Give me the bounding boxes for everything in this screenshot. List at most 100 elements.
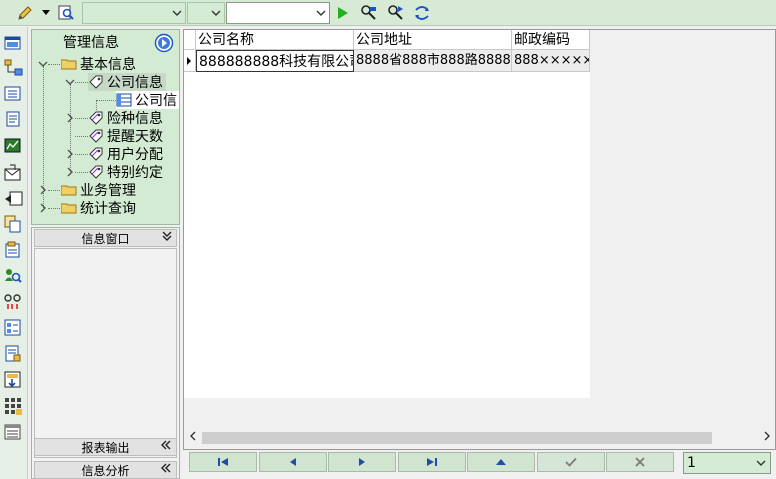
collapse-panel-icon[interactable] <box>154 33 174 53</box>
page-select[interactable]: 1 <box>683 452 771 474</box>
info-window-bar[interactable]: 信息窗口 <box>34 229 177 247</box>
chevron-right-icon[interactable] <box>38 185 48 195</box>
window-icon[interactable] <box>4 35 22 51</box>
double-chevron-down-icon[interactable] <box>162 230 172 245</box>
report-icon[interactable] <box>4 241 22 258</box>
column-header[interactable]: 公司名称 <box>196 30 354 50</box>
report-output-bar[interactable]: 报表输出 <box>34 438 177 456</box>
chevron-down-icon[interactable] <box>208 3 224 23</box>
report-output-label: 报表输出 <box>81 440 130 455</box>
tree-guide-line <box>75 154 88 155</box>
insert-record-button[interactable] <box>467 452 535 472</box>
find-icon[interactable] <box>358 3 380 23</box>
page-select-value: 1 <box>687 455 696 471</box>
tree-guide-line <box>48 64 60 65</box>
next-record-button[interactable] <box>328 452 396 472</box>
confirm-button[interactable] <box>537 452 605 472</box>
info-analysis-label: 信息分析 <box>81 463 130 478</box>
tree-panel: 管理信息 基本信息 公司信息 公司信 险种信息 提醒天数 用户分配 特别约定 业… <box>31 29 180 225</box>
tree-guide-line <box>75 136 88 137</box>
value-combo[interactable] <box>226 2 330 24</box>
double-chevron-left-icon[interactable] <box>160 462 172 476</box>
navigator-bar: 1 <box>183 450 776 479</box>
table-cell[interactable]: 888×××××× <box>512 50 590 72</box>
first-record-button[interactable] <box>189 452 257 472</box>
tree-node-company-table[interactable]: 公司信 <box>116 91 179 109</box>
chevron-down-icon[interactable] <box>169 3 185 23</box>
search-doc-icon[interactable] <box>56 3 76 23</box>
tree-node-label: 公司信 <box>135 93 177 109</box>
row-indicator[interactable] <box>184 50 196 72</box>
chevron-down-icon[interactable] <box>313 3 329 23</box>
scroll-right-icon[interactable] <box>763 430 771 446</box>
column-header[interactable]: 邮政编码 <box>512 30 590 50</box>
form-list-icon[interactable] <box>4 319 22 336</box>
link-icon[interactable] <box>4 293 22 309</box>
tree-title: 管理信息 <box>63 35 119 51</box>
form-edit-icon[interactable] <box>4 345 22 362</box>
tree-node-business[interactable]: 业务管理 <box>60 181 136 199</box>
import-icon[interactable] <box>4 371 22 388</box>
tree-node-label: 险种信息 <box>107 111 163 127</box>
double-chevron-left-icon[interactable] <box>160 439 172 453</box>
grid-icon[interactable] <box>4 397 22 415</box>
folder-icon <box>60 202 77 214</box>
tree-node-stats[interactable]: 统计查询 <box>60 199 136 217</box>
tree-link-icon[interactable] <box>4 59 23 76</box>
tree-node-user-assign[interactable]: 用户分配 <box>88 145 163 163</box>
chevron-right-icon[interactable] <box>65 167 75 177</box>
filter-combo[interactable] <box>82 2 186 24</box>
chevron-down-icon[interactable] <box>38 59 48 69</box>
table-cell[interactable]: 888888888科技有限公司 <box>196 50 354 72</box>
operator-combo[interactable] <box>187 2 225 24</box>
chart-icon[interactable] <box>4 138 22 154</box>
tree-node-insurance[interactable]: 险种信息 <box>88 109 163 127</box>
scroll-left-icon[interactable] <box>189 430 197 446</box>
tree-node-label: 用户分配 <box>107 147 163 163</box>
copy-icon[interactable] <box>4 215 22 233</box>
folder-icon <box>60 184 77 196</box>
horizontal-scrollbar[interactable] <box>185 429 775 447</box>
chevron-right-icon[interactable] <box>65 113 75 123</box>
grid-body: 公司名称 公司地址 邮政编码 888888888科技有限公司 8888省888市… <box>184 30 590 398</box>
tree-node-label: 提醒天数 <box>107 129 163 145</box>
chevron-down-icon[interactable] <box>65 77 75 87</box>
tree-node-remind[interactable]: 提醒天数 <box>88 127 163 145</box>
tree-node-label: 基本信息 <box>80 57 136 73</box>
chevron-right-icon[interactable] <box>65 149 75 159</box>
info-analysis-bar[interactable]: 信息分析 <box>34 461 177 479</box>
form-icon[interactable] <box>4 86 22 102</box>
tree-guide-line <box>75 172 88 173</box>
tree-guide-line <box>48 208 60 209</box>
info-window-label: 信息窗口 <box>81 231 130 246</box>
table-icon <box>116 92 132 108</box>
last-record-button[interactable] <box>398 452 466 472</box>
prev-record-button[interactable] <box>259 452 327 472</box>
tree-guide-line <box>70 84 71 174</box>
chevron-down-icon[interactable] <box>753 453 769 473</box>
tree-node-basic[interactable]: 基本信息 <box>60 55 136 73</box>
info-window-body <box>34 248 177 458</box>
tree-node-special[interactable]: 特别约定 <box>88 163 163 181</box>
info-panel: 信息窗口 报表输出 信息分析 <box>31 227 180 479</box>
cancel-button[interactable] <box>606 452 674 472</box>
main-toolbar <box>0 0 776 26</box>
pencil-icon[interactable] <box>14 3 36 23</box>
document-icon[interactable] <box>4 111 22 127</box>
tag-icon <box>88 110 104 126</box>
find-next-icon[interactable] <box>385 3 407 23</box>
chevron-right-icon[interactable] <box>38 203 48 213</box>
folder-icon <box>60 58 77 70</box>
export-icon[interactable] <box>4 191 23 207</box>
user-search-icon[interactable] <box>4 267 22 283</box>
run-icon[interactable] <box>334 3 352 23</box>
scrollbar-thumb[interactable] <box>202 432 712 444</box>
tree-node-label: 业务管理 <box>80 183 136 199</box>
dropdown-arrow-icon[interactable] <box>40 3 52 23</box>
mail-icon[interactable] <box>4 164 22 181</box>
tree-node-company[interactable]: 公司信息 <box>88 73 166 91</box>
replace-icon[interactable] <box>411 3 433 23</box>
table-cell[interactable]: 8888省888市888路88888 <box>354 50 512 72</box>
list-icon[interactable] <box>4 423 22 440</box>
column-header[interactable]: 公司地址 <box>354 30 512 50</box>
